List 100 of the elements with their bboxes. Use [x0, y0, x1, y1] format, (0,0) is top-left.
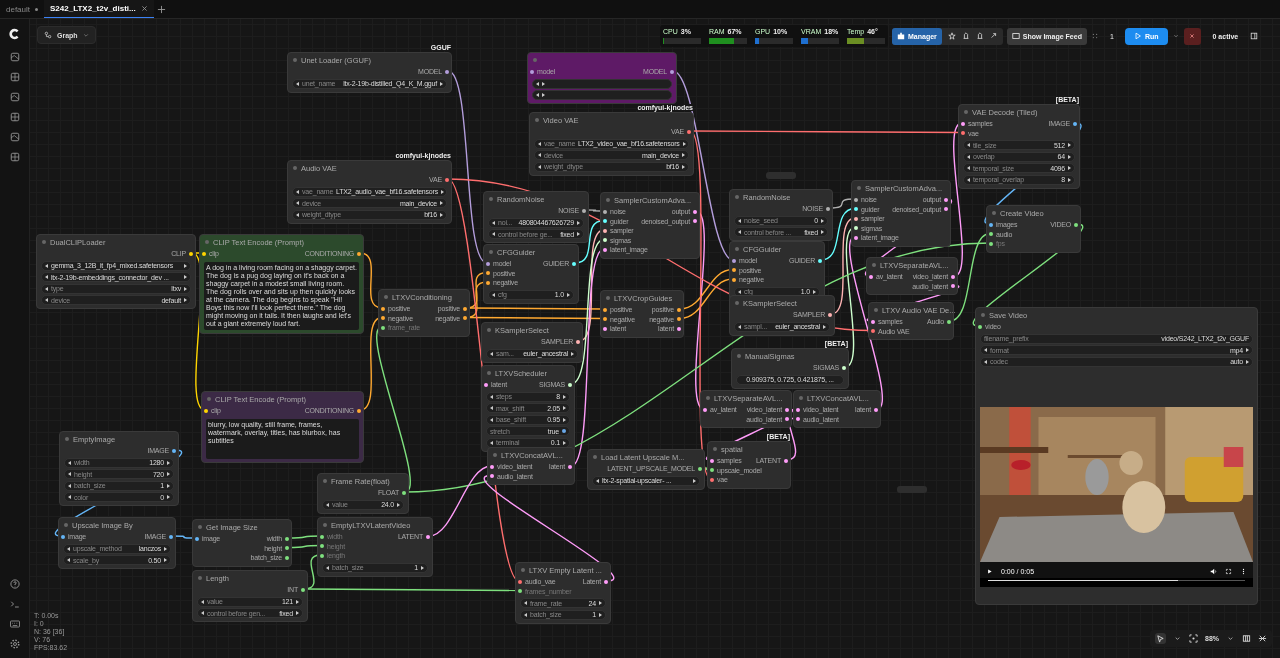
input-port[interactable]	[195, 536, 199, 541]
caret-icon[interactable]	[1171, 32, 1180, 40]
decrement-arrow-icon[interactable]	[490, 440, 493, 445]
input-port[interactable]	[603, 317, 607, 322]
increment-arrow-icon[interactable]	[563, 406, 566, 410]
output-port[interactable]	[1074, 222, 1078, 227]
output-port[interactable]	[582, 208, 586, 213]
decrement-arrow-icon[interactable]	[326, 502, 329, 507]
increment-arrow-icon[interactable]	[184, 298, 187, 302]
output-port[interactable]	[951, 284, 955, 289]
input-port[interactable]	[871, 319, 875, 324]
pointer-icon[interactable]	[1155, 633, 1166, 644]
decrement-arrow-icon[interactable]	[67, 546, 70, 551]
collapse-dot-icon[interactable]	[65, 437, 69, 441]
collapse-dot-icon[interactable]	[42, 240, 46, 244]
decrement-arrow-icon[interactable]	[596, 478, 599, 483]
output-port[interactable]	[169, 534, 173, 539]
increment-arrow-icon[interactable]	[571, 351, 574, 356]
input-port[interactable]	[320, 553, 324, 558]
increment-arrow-icon[interactable]	[599, 612, 602, 617]
collapse-dot-icon[interactable]	[992, 211, 996, 215]
input-port[interactable]	[603, 209, 607, 214]
decrement-arrow-icon[interactable]	[68, 483, 71, 488]
increment-arrow-icon[interactable]	[577, 232, 580, 236]
output-port[interactable]	[604, 579, 608, 584]
output-port[interactable]	[445, 177, 449, 182]
input-port[interactable]	[381, 325, 385, 330]
output-port[interactable]	[1073, 121, 1077, 126]
input-port[interactable]	[61, 534, 65, 539]
input-port[interactable]	[484, 382, 488, 387]
input-port[interactable]	[710, 458, 714, 463]
collapse-dot-icon[interactable]	[872, 263, 876, 267]
increment-arrow-icon[interactable]	[1068, 177, 1071, 182]
collapse-dot-icon[interactable]	[293, 166, 297, 170]
increment-arrow-icon[interactable]	[1068, 143, 1071, 147]
increment-arrow-icon[interactable]	[440, 189, 444, 194]
decrement-arrow-icon[interactable]	[967, 177, 970, 182]
keyboard-icon[interactable]	[8, 618, 21, 630]
decrement-arrow-icon[interactable]	[68, 472, 71, 476]
input-port[interactable]	[486, 261, 490, 266]
increment-arrow-icon[interactable]	[440, 212, 443, 217]
input-port[interactable]	[796, 407, 800, 412]
collapse-dot-icon[interactable]	[64, 523, 68, 527]
output-port[interactable]	[693, 209, 697, 214]
input-port[interactable]	[854, 207, 858, 212]
decrement-arrow-icon[interactable]	[524, 601, 527, 605]
input-port[interactable]	[854, 216, 858, 221]
output-port[interactable]	[189, 251, 193, 256]
collapse-dot-icon[interactable]	[521, 568, 525, 572]
decrement-arrow-icon[interactable]	[967, 154, 970, 159]
increment-arrow-icon[interactable]	[682, 164, 685, 169]
increment-arrow-icon[interactable]	[440, 81, 443, 86]
volume-icon[interactable]	[1210, 567, 1217, 575]
collapse-dot-icon[interactable]	[493, 453, 497, 457]
output-port[interactable]	[785, 407, 789, 412]
output-port[interactable]	[568, 382, 572, 387]
decrement-arrow-icon[interactable]	[490, 351, 493, 356]
input-port[interactable]	[603, 228, 607, 233]
decrement-arrow-icon[interactable]	[538, 141, 541, 146]
minimap-icon[interactable]	[1242, 634, 1251, 643]
sidebar-tool-icon[interactable]	[8, 151, 21, 163]
fit-view-icon[interactable]	[1189, 634, 1198, 643]
input-port[interactable]	[732, 277, 736, 282]
increment-arrow-icon[interactable]	[167, 472, 170, 476]
output-port[interactable]	[285, 536, 289, 541]
increment-arrow-icon[interactable]	[823, 324, 826, 329]
increment-arrow-icon[interactable]	[1246, 348, 1249, 352]
increment-arrow-icon[interactable]	[821, 218, 824, 223]
stop-button[interactable]	[1183, 27, 1201, 45]
output-port[interactable]	[426, 534, 430, 539]
collapse-dot-icon[interactable]	[713, 447, 717, 451]
input-port[interactable]	[871, 329, 875, 334]
increment-arrow-icon[interactable]	[542, 81, 545, 86]
collapse-dot-icon[interactable]	[487, 371, 491, 375]
collapse-dot-icon[interactable]	[293, 58, 297, 62]
collapse-dot-icon[interactable]	[857, 186, 861, 190]
collapse-dot-icon[interactable]	[593, 455, 597, 459]
decrement-arrow-icon[interactable]	[490, 417, 493, 422]
increment-arrow-icon[interactable]	[693, 478, 696, 483]
increment-arrow-icon[interactable]	[542, 93, 545, 97]
decrement-arrow-icon[interactable]	[538, 153, 541, 157]
panel-toggle-icon[interactable]	[1250, 32, 1259, 40]
decrement-arrow-icon[interactable]	[984, 359, 987, 364]
input-port[interactable]	[603, 238, 607, 243]
collapse-dot-icon[interactable]	[964, 110, 968, 114]
input-port[interactable]	[854, 235, 858, 240]
output-port[interactable]	[463, 316, 467, 321]
output-port[interactable]	[842, 365, 846, 370]
decrement-arrow-icon[interactable]	[326, 565, 329, 570]
decrement-arrow-icon[interactable]	[201, 599, 204, 604]
increment-arrow-icon[interactable]	[1068, 154, 1071, 159]
caret-icon[interactable]	[1226, 634, 1235, 643]
input-port[interactable]	[381, 316, 385, 321]
input-port[interactable]	[486, 271, 490, 276]
add-tab-icon[interactable]	[156, 4, 166, 14]
decrement-arrow-icon[interactable]	[490, 394, 493, 399]
increment-arrow-icon[interactable]	[164, 558, 167, 562]
increment-arrow-icon[interactable]	[184, 275, 187, 279]
collapse-dot-icon[interactable]	[606, 296, 610, 300]
increment-arrow-icon[interactable]	[184, 286, 187, 291]
